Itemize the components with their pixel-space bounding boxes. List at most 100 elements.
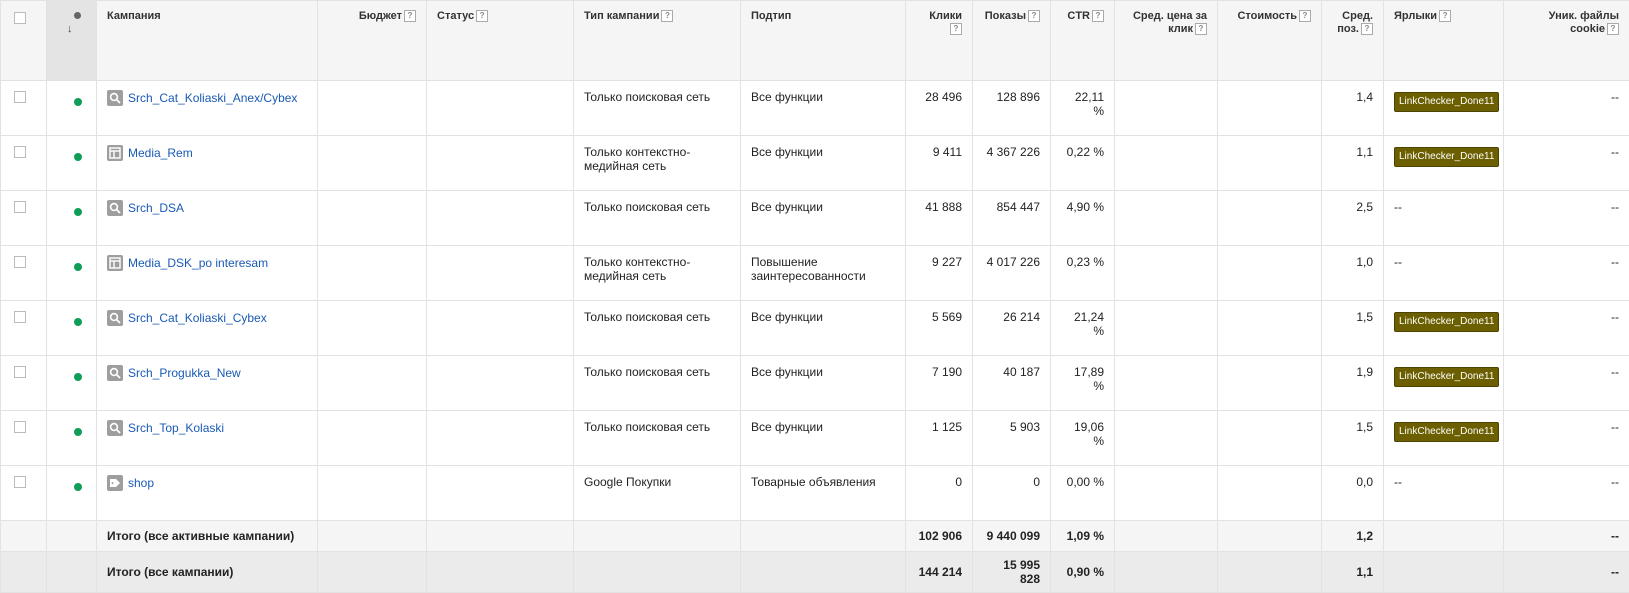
col-type[interactable]: Тип кампании? [574,1,741,81]
row-status-cell[interactable] [47,136,97,191]
label-badge[interactable]: LinkChecker_Done11 [1394,312,1499,332]
help-icon[interactable]: ? [404,10,416,22]
campaign-row: Srch_Top_Kolaski Только поисковая сеть В… [1,411,1629,466]
help-icon[interactable]: ? [661,10,673,22]
col-impressions[interactable]: Показы? [973,1,1051,81]
row-checkbox[interactable] [14,421,26,433]
select-all-checkbox[interactable] [14,12,26,24]
enabled-status-icon[interactable] [74,263,82,271]
col-subtype[interactable]: Подтип [741,1,906,81]
row-status-cell[interactable] [47,301,97,356]
select-all-header[interactable] [1,1,47,81]
enabled-status-icon[interactable] [74,98,82,106]
campaign-link[interactable]: Media_DSK_po interesam [128,256,268,270]
header-row: ↓ Кампания Бюджет? Статус? Тип кампании?… [1,1,1629,81]
cookies-cell: -- [1504,466,1629,521]
enabled-status-icon[interactable] [74,428,82,436]
search-icon [107,310,123,326]
type-cell: Google Покупки [574,466,741,521]
enabled-status-icon[interactable] [74,483,82,491]
help-icon[interactable]: ? [1607,23,1619,35]
row-select-cell[interactable] [1,246,47,301]
campaign-link[interactable]: Media_Rem [128,146,193,160]
help-icon[interactable]: ? [1195,23,1207,35]
clicks-cell: 0 [906,466,973,521]
status-dot-header[interactable]: ↓ [47,1,97,81]
row-checkbox[interactable] [14,311,26,323]
cookies-cell: -- [1504,191,1629,246]
row-checkbox[interactable] [14,476,26,488]
col-labels[interactable]: Ярлыки? [1384,1,1504,81]
col-avg-cpc[interactable]: Сред. цена за клик? [1115,1,1218,81]
subtype-cell: Все функции [741,81,906,136]
col-unique-cookies[interactable]: Уник. файлы cookie? [1504,1,1629,81]
row-status-cell[interactable] [47,81,97,136]
col-campaign[interactable]: Кампания [97,1,318,81]
enabled-status-icon[interactable] [74,373,82,381]
col-avg-pos[interactable]: Сред. поз.? [1322,1,1384,81]
row-checkbox[interactable] [14,256,26,268]
sort-down-arrow-icon: ↓ [67,23,73,36]
row-select-cell[interactable] [1,356,47,411]
col-budget[interactable]: Бюджет? [318,1,427,81]
help-icon[interactable]: ? [1028,10,1040,22]
avg-pos-cell: 1,1 [1322,136,1384,191]
row-checkbox[interactable] [14,366,26,378]
labels-cell: -- [1384,191,1504,246]
label-badge[interactable]: LinkChecker_Done11 [1394,92,1499,112]
row-status-cell[interactable] [47,466,97,521]
label-badge[interactable]: LinkChecker_Done11 [1394,367,1499,387]
enabled-status-icon[interactable] [74,318,82,326]
row-checkbox[interactable] [14,201,26,213]
help-icon[interactable]: ? [1439,10,1451,22]
enabled-status-icon[interactable] [74,153,82,161]
display-icon [107,255,123,271]
help-icon[interactable]: ? [476,10,488,22]
col-cost[interactable]: Стоимость? [1218,1,1322,81]
col-ctr[interactable]: CTR? [1051,1,1115,81]
help-icon[interactable]: ? [1299,10,1311,22]
row-select-cell[interactable] [1,411,47,466]
total-empty-cell [1218,521,1322,552]
labels-cell: -- [1384,466,1504,521]
row-status-cell[interactable] [47,411,97,466]
subtype-cell: Все функции [741,301,906,356]
campaign-link[interactable]: Srch_DSA [128,201,184,215]
cost-cell [1218,246,1322,301]
row-status-cell[interactable] [47,191,97,246]
col-clicks[interactable]: Клики? [906,1,973,81]
row-select-cell[interactable] [1,466,47,521]
cost-cell [1218,81,1322,136]
help-icon[interactable]: ? [950,23,962,35]
campaign-link[interactable]: Srch_Progukka_New [128,366,241,380]
search-icon [107,200,123,216]
campaign-link[interactable]: shop [128,476,154,490]
subtype-cell: Товарные объявления [741,466,906,521]
campaign-cell: Srch_Progukka_New [97,356,318,411]
ctr-cell: 4,90 % [1051,191,1115,246]
row-checkbox[interactable] [14,146,26,158]
campaign-link[interactable]: Srch_Cat_Koliaski_Cybex [128,311,267,325]
row-select-cell[interactable] [1,136,47,191]
help-icon[interactable]: ? [1092,10,1104,22]
row-select-cell[interactable] [1,81,47,136]
total-empty-cell [1384,521,1504,552]
row-select-cell[interactable] [1,191,47,246]
label-badge[interactable]: LinkChecker_Done11 [1394,147,1499,167]
enabled-status-icon[interactable] [74,208,82,216]
row-status-cell[interactable] [47,246,97,301]
col-status[interactable]: Статус? [427,1,574,81]
campaign-link[interactable]: Srch_Top_Kolaski [128,421,224,435]
label-badge[interactable]: LinkChecker_Done11 [1394,422,1499,442]
row-checkbox[interactable] [14,91,26,103]
campaign-link[interactable]: Srch_Cat_Koliaski_Anex/Cybex [128,91,297,105]
row-select-cell[interactable] [1,301,47,356]
cost-cell [1218,301,1322,356]
total-empty-cell [574,552,741,593]
cookies-cell: -- [1504,81,1629,136]
row-status-cell[interactable] [47,356,97,411]
avg-pos-cell: 0,0 [1322,466,1384,521]
help-icon[interactable]: ? [1361,23,1373,35]
type-cell: Только поисковая сеть [574,191,741,246]
campaign-cell: Media_Rem [97,136,318,191]
